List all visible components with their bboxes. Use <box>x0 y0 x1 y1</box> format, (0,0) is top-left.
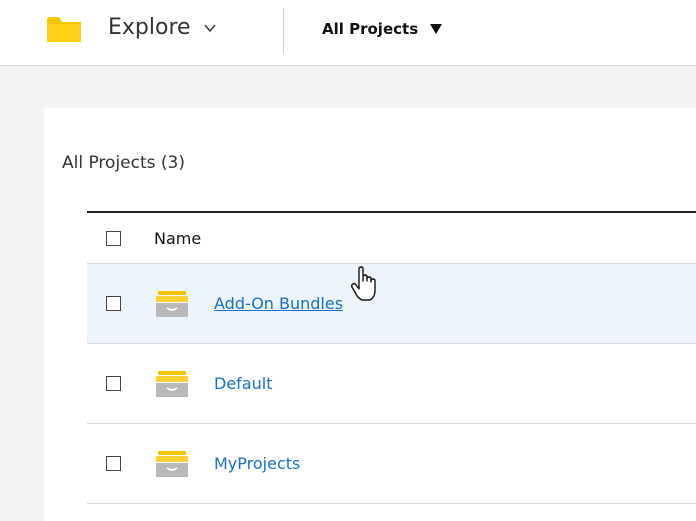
project-icon <box>156 450 188 477</box>
table-header: Name <box>87 213 696 264</box>
table-row[interactable]: Default <box>87 344 696 424</box>
explore-dropdown[interactable]: Explore <box>108 15 217 40</box>
project-icon <box>156 370 188 397</box>
row-checkbox[interactable] <box>106 456 121 471</box>
folder-icon <box>47 17 81 42</box>
projects-panel: All Projects (3) Name Add-On Bundles Def… <box>44 108 696 521</box>
select-all-checkbox[interactable] <box>106 230 121 246</box>
caret-down-icon <box>430 24 443 34</box>
top-bar: Explore All Projects <box>0 0 696 66</box>
table-row[interactable]: Add-On Bundles <box>87 264 696 344</box>
toolbar-divider <box>283 8 284 54</box>
panel-title: All Projects (3) <box>62 153 185 173</box>
project-scope-dropdown[interactable]: All Projects <box>322 20 443 38</box>
row-checkbox[interactable] <box>106 296 121 311</box>
project-link[interactable]: Default <box>214 374 272 393</box>
projects-table: Name Add-On Bundles Default MyProjects <box>87 211 696 504</box>
hand-pointer-cursor <box>350 266 376 301</box>
scope-label: All Projects <box>322 20 419 38</box>
project-link[interactable]: MyProjects <box>214 454 300 473</box>
project-link[interactable]: Add-On Bundles <box>214 294 343 313</box>
row-checkbox[interactable] <box>106 376 121 391</box>
explore-label: Explore <box>108 15 191 40</box>
chevron-down-icon <box>203 23 216 32</box>
table-row[interactable]: MyProjects <box>87 424 696 504</box>
project-icon <box>156 290 188 317</box>
column-header-name[interactable]: Name <box>154 229 201 248</box>
